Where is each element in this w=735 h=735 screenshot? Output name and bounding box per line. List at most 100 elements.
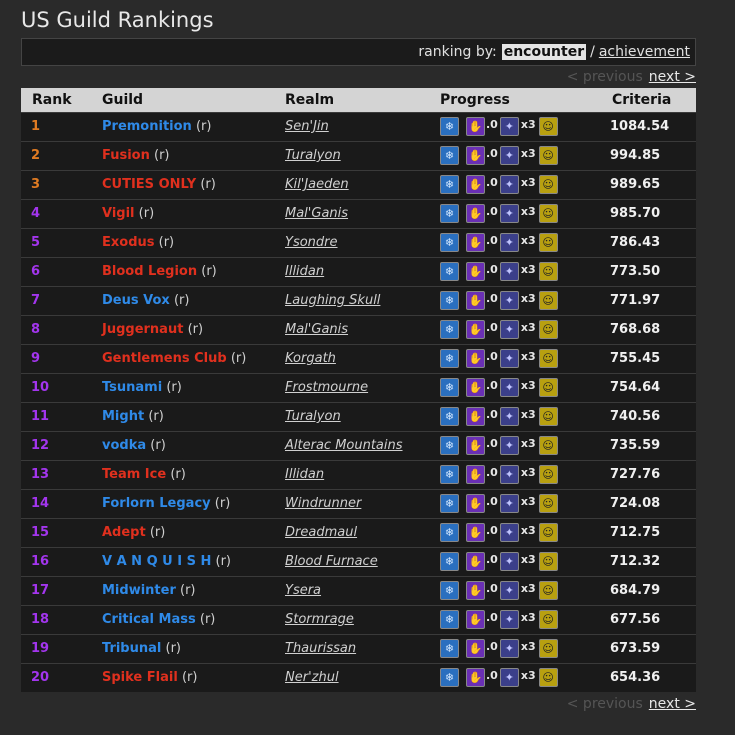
shadow-boss-icon[interactable]: ✦ — [499, 378, 519, 397]
arcane-boss-icon[interactable]: ✋ — [466, 639, 485, 658]
shadow-boss-icon[interactable]: ✦ — [499, 552, 519, 571]
shadow-boss-icon[interactable]: ✦ — [499, 668, 519, 688]
realm-link[interactable]: Kil'Jaeden — [285, 177, 349, 192]
shadow-boss-icon[interactable]: ✦ — [499, 175, 519, 194]
header-criteria[interactable]: Criteria — [604, 88, 696, 112]
realm-link[interactable]: Turalyon — [285, 148, 341, 163]
arcane-boss-icon[interactable]: ✋ — [466, 407, 485, 426]
shadow-boss-icon[interactable]: ✦ — [499, 349, 519, 368]
shadow-boss-icon[interactable]: ✦ — [499, 146, 519, 165]
achievement-face-icon[interactable]: ☺ — [538, 436, 558, 455]
achievement-face-icon[interactable]: ☺ — [538, 610, 558, 629]
achievement-face-icon[interactable]: ☺ — [538, 291, 558, 310]
arcane-boss-icon[interactable]: ✋ — [466, 523, 485, 542]
guild-link[interactable]: Tsunami — [102, 380, 162, 395]
guild-link[interactable]: Tribunal — [102, 641, 161, 656]
realm-link[interactable]: Illidan — [285, 264, 324, 279]
frost-boss-icon[interactable]: ❄ — [440, 117, 459, 136]
realm-link[interactable]: Laughing Skull — [285, 293, 380, 308]
header-realm[interactable]: Realm — [285, 88, 440, 112]
frost-boss-icon[interactable]: ❄ — [440, 610, 459, 629]
shadow-boss-icon[interactable]: ✦ — [499, 436, 519, 455]
realm-link[interactable]: Alterac Mountains — [285, 438, 403, 453]
shadow-boss-icon[interactable]: ✦ — [499, 465, 519, 484]
frost-boss-icon[interactable]: ❄ — [440, 378, 459, 397]
achievement-face-icon[interactable]: ☺ — [538, 146, 558, 165]
shadow-boss-icon[interactable]: ✦ — [499, 233, 519, 252]
realm-link[interactable]: Ysera — [285, 583, 321, 598]
frost-boss-icon[interactable]: ❄ — [440, 291, 459, 310]
shadow-boss-icon[interactable]: ✦ — [499, 407, 519, 426]
header-progress[interactable]: Progress — [440, 88, 604, 112]
achievement-face-icon[interactable]: ☺ — [538, 262, 558, 281]
frost-boss-icon[interactable]: ❄ — [440, 523, 459, 542]
guild-link[interactable]: Exodus — [102, 235, 155, 250]
frost-boss-icon[interactable]: ❄ — [440, 436, 459, 455]
achievement-face-icon[interactable]: ☺ — [538, 407, 558, 426]
achievement-face-icon[interactable]: ☺ — [538, 552, 558, 571]
realm-link[interactable]: Mal'Ganis — [285, 206, 348, 221]
arcane-boss-icon[interactable]: ✋ — [466, 436, 485, 455]
frost-boss-icon[interactable]: ❄ — [440, 204, 459, 223]
arcane-boss-icon[interactable]: ✋ — [466, 233, 485, 252]
guild-link[interactable]: Gentlemens Club — [102, 351, 227, 366]
header-rank[interactable]: Rank — [21, 88, 102, 112]
realm-link[interactable]: Windrunner — [285, 496, 361, 511]
arcane-boss-icon[interactable]: ✋ — [466, 465, 485, 484]
achievement-face-icon[interactable]: ☺ — [538, 668, 558, 688]
arcane-boss-icon[interactable]: ✋ — [466, 204, 485, 223]
frost-boss-icon[interactable]: ❄ — [440, 175, 459, 194]
guild-link[interactable]: CUTIES ONLY — [102, 177, 196, 192]
guild-link[interactable]: Critical Mass — [102, 612, 196, 627]
guild-link[interactable]: Vigil — [102, 206, 135, 221]
achievement-face-icon[interactable]: ☺ — [538, 494, 558, 513]
arcane-boss-icon[interactable]: ✋ — [466, 291, 485, 310]
shadow-boss-icon[interactable]: ✦ — [499, 262, 519, 281]
achievement-face-icon[interactable]: ☺ — [538, 523, 558, 542]
guild-link[interactable]: Might — [102, 409, 144, 424]
realm-link[interactable]: Turalyon — [285, 409, 341, 424]
realm-link[interactable]: Ysondre — [285, 235, 338, 250]
guild-link[interactable]: Deus Vox — [102, 293, 170, 308]
shadow-boss-icon[interactable]: ✦ — [499, 117, 519, 136]
guild-link[interactable]: Team Ice — [102, 467, 166, 482]
next-link[interactable]: next > — [649, 69, 696, 85]
frost-boss-icon[interactable]: ❄ — [440, 639, 459, 658]
shadow-boss-icon[interactable]: ✦ — [499, 639, 519, 658]
frost-boss-icon[interactable]: ❄ — [440, 581, 459, 600]
frost-boss-icon[interactable]: ❄ — [440, 465, 459, 484]
frost-boss-icon[interactable]: ❄ — [440, 494, 459, 513]
shadow-boss-icon[interactable]: ✦ — [499, 610, 519, 629]
frost-boss-icon[interactable]: ❄ — [440, 233, 459, 252]
guild-link[interactable]: Adept — [102, 525, 146, 540]
guild-link[interactable]: Blood Legion — [102, 264, 197, 279]
realm-link[interactable]: Blood Furnace — [285, 554, 378, 569]
achievement-face-icon[interactable]: ☺ — [538, 349, 558, 368]
arcane-boss-icon[interactable]: ✋ — [466, 378, 485, 397]
shadow-boss-icon[interactable]: ✦ — [499, 494, 519, 513]
shadow-boss-icon[interactable]: ✦ — [499, 523, 519, 542]
guild-link[interactable]: Forlorn Legacy — [102, 496, 211, 511]
frost-boss-icon[interactable]: ❄ — [440, 552, 459, 571]
achievement-face-icon[interactable]: ☺ — [538, 581, 558, 600]
arcane-boss-icon[interactable]: ✋ — [466, 175, 485, 194]
ranking-achievement-link[interactable]: achievement — [599, 44, 690, 60]
frost-boss-icon[interactable]: ❄ — [440, 668, 459, 688]
header-guild[interactable]: Guild — [102, 88, 285, 112]
realm-link[interactable]: Sen'Jin — [285, 119, 329, 134]
guild-link[interactable]: Premonition — [102, 119, 192, 134]
next-link[interactable]: next > — [649, 696, 696, 712]
guild-link[interactable]: V A N Q U I S H — [102, 554, 211, 569]
arcane-boss-icon[interactable]: ✋ — [466, 349, 485, 368]
realm-link[interactable]: Frostmourne — [285, 380, 368, 395]
achievement-face-icon[interactable]: ☺ — [538, 320, 558, 339]
arcane-boss-icon[interactable]: ✋ — [466, 320, 485, 339]
guild-link[interactable]: vodka — [102, 438, 146, 453]
frost-boss-icon[interactable]: ❄ — [440, 262, 459, 281]
frost-boss-icon[interactable]: ❄ — [440, 146, 459, 165]
realm-link[interactable]: Korgath — [285, 351, 336, 366]
arcane-boss-icon[interactable]: ✋ — [466, 494, 485, 513]
frost-boss-icon[interactable]: ❄ — [440, 407, 459, 426]
ranking-encounter-selected[interactable]: encounter — [501, 44, 587, 60]
frost-boss-icon[interactable]: ❄ — [440, 349, 459, 368]
